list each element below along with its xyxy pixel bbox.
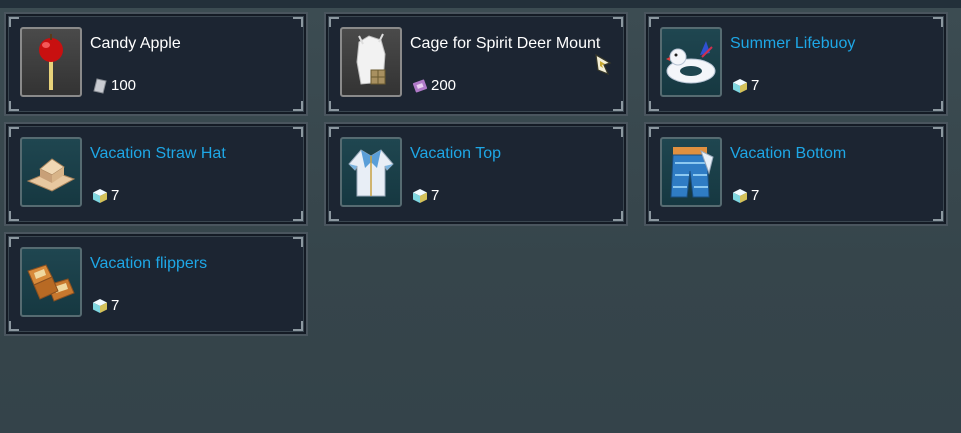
corner-ornament <box>613 127 623 137</box>
item-name: Vacation Straw Hat <box>90 145 226 162</box>
item-price: 7 <box>92 297 119 314</box>
ticket-currency-icon <box>412 79 428 92</box>
mouse-cursor-icon <box>595 54 612 76</box>
item-price: 200 <box>412 77 456 94</box>
item-price: 7 <box>92 187 119 204</box>
corner-ornament <box>649 211 659 221</box>
item-name: Cage for Spirit Deer Mount <box>410 35 601 52</box>
top-bar <box>0 0 961 8</box>
cube-currency-icon <box>93 188 107 203</box>
corner-ornament <box>9 211 19 221</box>
crystal-currency-icon <box>93 77 107 94</box>
price-value: 200 <box>431 77 457 94</box>
straw-hat-icon <box>20 137 82 207</box>
corner-ornament <box>649 127 659 137</box>
item-name: Vacation Top <box>410 145 502 162</box>
vacation-top-icon <box>340 137 402 207</box>
corner-ornament <box>293 101 303 111</box>
corner-ornament <box>9 127 19 137</box>
corner-ornament <box>293 211 303 221</box>
corner-ornament <box>293 17 303 27</box>
corner-ornament <box>9 237 19 247</box>
corner-ornament <box>293 321 303 331</box>
lifebuoy-icon <box>660 27 722 97</box>
shop-item-card-summer-lifebuoy[interactable]: Summer Lifebuoy 7 <box>644 12 948 116</box>
shop-item-card-vacation-straw-hat[interactable]: Vacation Straw Hat 7 <box>4 122 308 226</box>
vacation-bottom-icon <box>660 137 722 207</box>
shop-item-card-spirit-deer-cage[interactable]: Cage for Spirit Deer Mount 200 <box>324 12 628 116</box>
item-name: Candy Apple <box>90 35 181 52</box>
corner-ornament <box>933 101 943 111</box>
shop-item-card-vacation-top[interactable]: Vacation Top 7 <box>324 122 628 226</box>
corner-ornament <box>329 211 339 221</box>
corner-ornament <box>649 17 659 27</box>
cube-currency-icon <box>733 188 747 203</box>
cube-currency-icon <box>93 298 107 313</box>
corner-ornament <box>329 17 339 27</box>
item-name: Vacation Bottom <box>730 145 847 162</box>
price-value: 7 <box>111 297 120 314</box>
item-name: Vacation flippers <box>90 255 208 272</box>
candy-apple-icon <box>20 27 82 97</box>
corner-ornament <box>613 101 623 111</box>
item-price: 7 <box>732 187 759 204</box>
spirit-deer-cage-icon <box>340 27 402 97</box>
corner-ornament <box>9 101 19 111</box>
item-price: 7 <box>412 187 439 204</box>
price-value: 100 <box>111 77 137 94</box>
item-price: 7 <box>732 77 759 94</box>
cube-currency-icon <box>733 78 747 93</box>
corner-ornament <box>9 321 19 331</box>
price-value: 7 <box>431 187 440 204</box>
item-name: Summer Lifebuoy <box>730 35 856 52</box>
price-value: 7 <box>751 187 760 204</box>
price-value: 7 <box>111 187 120 204</box>
corner-ornament <box>649 101 659 111</box>
corner-ornament <box>9 17 19 27</box>
corner-ornament <box>933 127 943 137</box>
corner-ornament <box>329 101 339 111</box>
corner-ornament <box>613 211 623 221</box>
corner-ornament <box>293 237 303 247</box>
corner-ornament <box>293 127 303 137</box>
corner-ornament <box>329 127 339 137</box>
corner-ornament <box>933 211 943 221</box>
cube-currency-icon <box>413 188 427 203</box>
shop-item-card-vacation-bottom[interactable]: Vacation Bottom 7 <box>644 122 948 226</box>
flippers-icon <box>20 247 82 317</box>
price-value: 7 <box>751 77 760 94</box>
corner-ornament <box>933 17 943 27</box>
corner-ornament <box>613 17 623 27</box>
item-price: 100 <box>92 77 136 94</box>
shop-item-card-vacation-flippers[interactable]: Vacation flippers 7 <box>4 232 308 336</box>
shop-item-card-candy-apple[interactable]: Candy Apple 100 <box>4 12 308 116</box>
